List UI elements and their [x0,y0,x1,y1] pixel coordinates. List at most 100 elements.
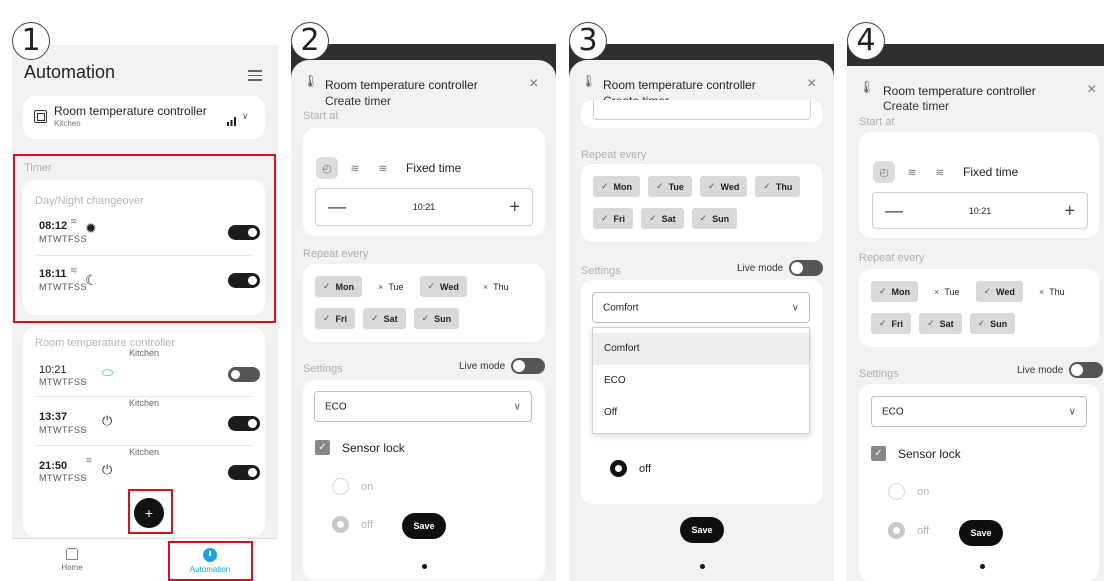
sensor-lock-label: Sensor lock [898,446,961,461]
save-button[interactable]: Save [680,517,724,543]
mode-label: Fixed time [963,165,1019,179]
radio-on[interactable]: on [332,478,373,495]
mode-select[interactable]: ECO ∨ [314,391,532,422]
sheet-title: Room temperature controller [325,78,478,92]
screen-automation: Automation Room temperature controller K… [12,0,278,581]
timer-toggle[interactable] [228,416,260,431]
option-comfort[interactable]: Comfort [593,333,809,365]
timer-toggle[interactable] [228,367,260,382]
radio-off[interactable]: off [610,460,651,477]
divider [35,396,253,397]
clock-icon[interactable]: ◴ [873,161,895,183]
day-chip-sat[interactable]: ✓ Sat [919,313,962,334]
mode-select[interactable]: Comfort ∨ [592,292,810,323]
device-selector[interactable]: Room temperature controller Kitchen ∨ [23,96,265,139]
sheet-subtitle: Create timer [325,94,392,108]
radio-off-circle[interactable] [888,522,905,539]
day-chip-tue[interactable]: × Tue [926,281,967,302]
day-chip-thu[interactable]: × Thu [1031,281,1073,302]
option-eco[interactable]: ECO [593,365,809,397]
sunrise-icon[interactable]: ≋ [344,157,366,179]
time-stepper[interactable]: — 10:21 + [315,188,533,226]
device-name: Room temperature controller [54,104,207,118]
day-chip-mon[interactable]: ✓ Mon [593,176,641,197]
live-mode-toggle[interactable] [1069,362,1104,378]
home-icon [66,548,78,560]
save-button[interactable]: Save [959,520,1003,546]
day-chip-wed[interactable]: ✓ Wed [975,281,1023,302]
live-mode-toggle[interactable] [789,260,824,276]
sensor-lock[interactable]: ✓ Sensor lock [315,440,405,455]
start-at-card: ◴ ≋ ≋ Fixed time — 10:21 + [859,132,1099,238]
day-chip-sun[interactable]: ✓ Sun [691,208,738,229]
close-icon[interactable]: × [1087,82,1096,98]
repeat-label: Repeat every [303,248,369,260]
day-chip-fri[interactable]: ✓ Fri [871,313,912,334]
step-number-1: 1 [12,22,50,60]
page-indicator [422,564,427,569]
radio-off[interactable]: off [888,522,929,539]
page-indicator [700,564,705,569]
timer-toggle[interactable] [228,465,260,480]
day-chip-fri[interactable]: ✓ Fri [315,308,356,329]
chevron-down-icon: ∨ [513,401,521,412]
time-stepper[interactable]: — 10:21 + [872,192,1088,229]
day-chip-fri[interactable]: ✓ Fri [593,208,634,229]
day-chip-mon[interactable]: ✓ Mon [871,281,919,302]
day-chip-tue[interactable]: × Tue [370,276,411,297]
timer-days: MTWTFSS [39,425,87,435]
day-chip-mon[interactable]: ✓ Mon [315,276,363,297]
mode-select[interactable]: ECO ∨ [871,396,1087,427]
sensor-lock-checkbox[interactable]: ✓ [315,440,330,455]
radio-on-label: on [361,480,374,493]
page-indicator [980,564,985,569]
settings-label: Settings [859,368,899,380]
radio-off-label: off [361,518,374,531]
radio-off-circle[interactable] [332,516,349,533]
live-mode-toggle[interactable] [511,358,546,374]
sunrise-icon[interactable]: ≋ [901,161,923,183]
screen-create-timer-final: 🌡 Room temperature controller Create tim… [847,0,1104,581]
day-chip-thu[interactable]: ✓ Thu [755,176,801,197]
radio-on[interactable]: on [888,483,929,500]
day-chip-wed[interactable]: ✓ Wed [419,276,467,297]
radio-off-label: off [639,462,652,475]
option-off[interactable]: Off [593,397,809,429]
increment-button[interactable]: + [509,197,520,218]
timer-time[interactable]: 13:37 [39,411,67,423]
increment-button[interactable]: + [1064,200,1075,221]
repeat-label: Repeat every [581,149,647,161]
timer-time[interactable]: 21:50 [39,460,67,472]
sunset-icon[interactable]: ≋ [372,157,394,179]
step-number-2: 2 [291,22,329,60]
day-chip-sun[interactable]: ✓ Sun [413,308,460,329]
sensor-lock-checkbox[interactable]: ✓ [871,446,886,461]
day-chip-thu[interactable]: × Thu [475,276,517,297]
highlight-add-button [128,489,173,534]
day-chip-sat[interactable]: ✓ Sat [641,208,684,229]
day-chip-wed[interactable]: ✓ Wed [699,176,748,197]
day-chip-sat[interactable]: ✓ Sat [363,308,406,329]
mode-dropdown-list: Comfort ECO Off [592,327,810,434]
day-chip-tue[interactable]: ✓ Tue [648,176,692,197]
close-icon[interactable]: × [529,76,538,92]
sensor-lock[interactable]: ✓ Sensor lock [871,446,961,461]
radio-on-circle[interactable] [332,478,349,495]
page-title: Automation [24,62,116,82]
timer-time[interactable]: 10:21 [39,364,67,376]
radio-off[interactable]: off [332,516,373,533]
menu-icon[interactable] [248,70,262,84]
radio-on-circle[interactable] [888,483,905,500]
close-icon[interactable]: × [807,76,816,92]
mode-label: Fixed time [406,161,462,175]
mode-select-value: Comfort [603,302,639,313]
clock-icon[interactable]: ◴ [316,157,338,179]
settings-card: ECO ∨ ✓ Sensor lock on off Save [859,384,1099,581]
save-button[interactable]: Save [402,513,446,539]
day-chip-sun[interactable]: ✓ Sun [969,313,1016,334]
radio-off-circle[interactable] [610,460,627,477]
nav-home[interactable]: Home [52,548,92,572]
mode-select-value: ECO [325,401,347,412]
live-mode-label: Live mode [1017,364,1064,376]
sunset-icon[interactable]: ≋ [929,161,951,183]
